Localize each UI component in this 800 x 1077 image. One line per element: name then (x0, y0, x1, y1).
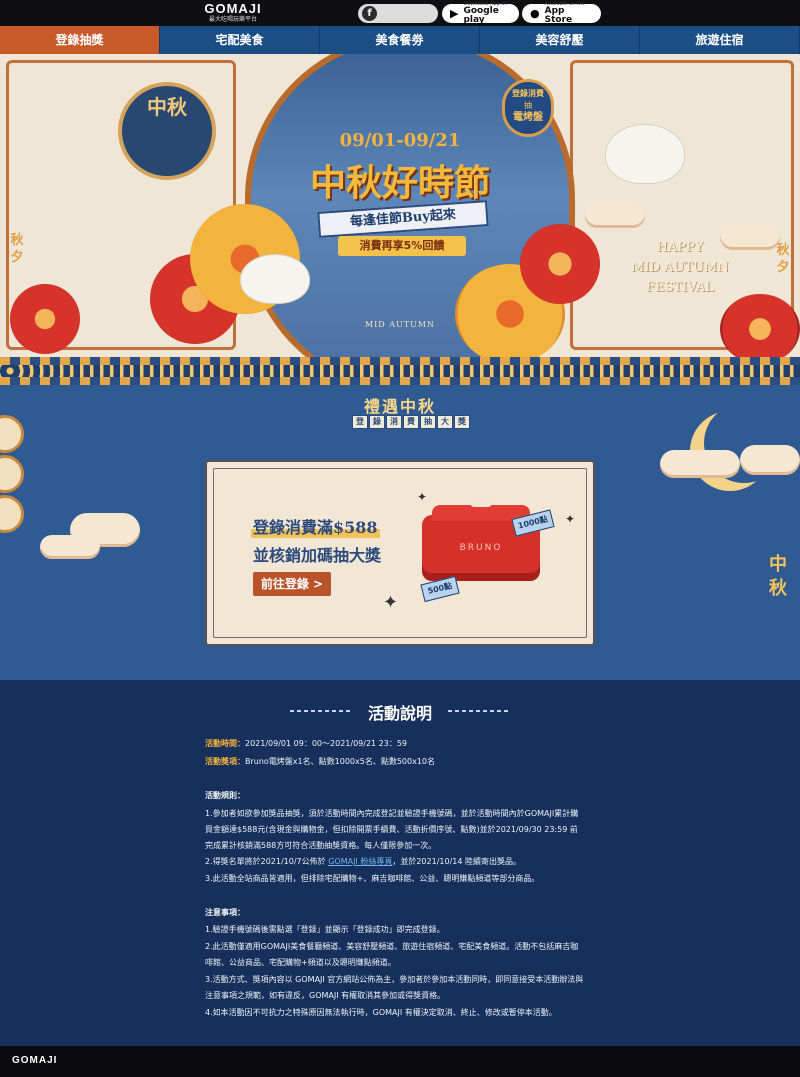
badge-line1: 登錄消費 (512, 89, 544, 98)
mid-autumn-caption: MID AUTUMN (364, 320, 436, 329)
ornament-divider (0, 357, 800, 385)
event-rules: 活動說明 活動時間：2021/09/01 09：00～2021/09/21 23… (0, 680, 800, 1046)
cloud-decoration (740, 445, 800, 475)
hero-date: 09/01-09/21 (339, 130, 461, 151)
peony-flower (10, 284, 80, 354)
note-line: 3.活動方式、獎項內容以 GOMAJI 官方網站公佈為主，參加者於參加本活動同時… (205, 975, 584, 984)
medallion-decoration (0, 415, 24, 453)
tab-beauty-spa[interactable]: 美容舒壓 (480, 26, 640, 54)
rabbit-illustration (605, 124, 685, 184)
rule2-head: 2.得獎名單將於2021/10/7公佈於 (205, 857, 326, 866)
cloud-decoration (585, 204, 645, 228)
happy-mid-autumn-text: HAPPY MID AUTUMN FESTIVAL (610, 238, 750, 298)
cloud-decoration (660, 450, 740, 478)
subtitle-char: 大 (437, 415, 453, 429)
event-prizes: 活動獎項：Bruno電烤盤x1名、點數1000x5名、點數500x10名 (205, 756, 435, 768)
app-store-label: App Store (544, 6, 573, 25)
tab-lottery[interactable]: 登錄抽獎 (0, 26, 160, 54)
rules-title: 活動說明 (367, 704, 432, 723)
prize-badge: 登錄消費 抽 電烤盤 (502, 79, 554, 137)
subtitle-char: 抽 (420, 415, 436, 429)
title-decoration-right (448, 710, 510, 712)
register-button[interactable]: 前往登錄 > (253, 572, 331, 596)
prize-label: 活動獎項： (205, 757, 245, 766)
rule-line: 完成累計核銷滿588方可符合活動抽獎資格。每人僅限參加一次。 (205, 841, 437, 850)
gift-subtitle: 登 錄 消 費 抽 大 獎 (352, 415, 471, 429)
grill-knob (470, 499, 492, 507)
prize-value: Bruno電烤盤x1名、點數1000x5名、點數500x10名 (245, 757, 436, 766)
happy-line: FESTIVAL (646, 280, 714, 295)
footer-logo[interactable]: GOMAJI (12, 1055, 57, 1066)
side-text-left: 秋夕 (10, 233, 24, 265)
google-play-button[interactable]: ▶ Download App on Google play (442, 2, 519, 25)
facebook-icon: f (362, 6, 377, 21)
prize-card: ✦ ✦ ✦ 登錄消費滿$588 並核銷加碼抽大獎 前往登錄 > BRUNO 10… (205, 460, 595, 646)
hero-banner[interactable]: 中秋 秋夕 秋夕 09/01-09/21 中秋好時節 每逢佳節Buy起來 消費再… (0, 54, 800, 357)
tab-food-vouchers[interactable]: 美食餐劵 (320, 26, 480, 54)
app-store-button[interactable]: ● Available on the App Store (522, 2, 601, 25)
rule-line-2: 2.得獎名單將於2021/10/7公佈於 GOMAJI 粉絲專頁，並於2021/… (205, 856, 521, 868)
logo-tagline: 最大吃喝玩樂平台 (208, 16, 257, 23)
ornament-band (0, 365, 800, 377)
time-label: 活動時間： (205, 739, 245, 748)
hero-title: 中秋好時節 (309, 162, 490, 204)
medallion-decoration (0, 495, 24, 533)
badge-line2: 抽 (524, 101, 532, 110)
note-line: 2.此活動僅適用GOMAJI美食餐廳頻道、美容舒壓頻道、旅遊住宿頻道、宅配美食頻… (205, 942, 579, 951)
note-line: 4.如本活動因不可抗力之特殊原因無法執行時，GOMAJI 有權決定取消、終止、修… (205, 1008, 557, 1017)
top-header: GOMAJI 最大吃喝玩樂平台 f ▶ Download App on Googl… (0, 0, 800, 26)
sparkle-icon: ✦ (417, 490, 428, 504)
subtitle-char: 獎 (454, 415, 470, 429)
facebook-link[interactable]: f (358, 4, 438, 23)
sparkle-icon: ✦ (383, 592, 399, 613)
gift-title: 禮遇中秋 (363, 397, 436, 416)
rules-heading: 活動規則： (205, 791, 245, 800)
subtitle-char: 登 (352, 415, 368, 429)
gomaji-logo[interactable]: GOMAJI 最大吃喝玩樂平台 (198, 2, 268, 24)
logo-brand: GOMAJI (204, 1, 262, 16)
cloud-decoration (40, 535, 100, 559)
rabbit-illustration (240, 254, 310, 304)
gift-side-text: 中秋 (769, 554, 787, 599)
cashback-banner: 消費再享5%回饋 (338, 236, 466, 256)
google-play-icon: ▶ (450, 7, 459, 20)
note-line: 啡館、公益商品、宅配購物+頻道以及聰明賺點頻道。 (205, 958, 396, 967)
fan-page-link[interactable]: GOMAJI 粉絲專頁 (328, 857, 392, 866)
tab-travel-stay[interactable]: 旅遊住宿 (640, 26, 800, 54)
apple-icon: ● (530, 7, 540, 20)
time-value: 2021/09/01 09：00～2021/09/21 23：59 (245, 739, 408, 748)
gift-section: 禮遇中秋 登 錄 消 費 抽 大 獎 中秋 ✦ ✦ ✦ 登錄消費滿$588 並核… (0, 385, 800, 680)
tab-delivery-food[interactable]: 宅配美食 (160, 26, 320, 54)
note-line: 1.驗證手機號碼後需點選「登錄」並顯示「登錄成功」即完成登錄。 (205, 925, 445, 934)
subtitle-char: 錄 (369, 415, 385, 429)
rule-line: 買金額達$588元(含現金與購物金，但扣除開票手續費、活動折價序號、點數)並於2… (205, 825, 578, 834)
page-footer: GOMAJI (0, 1046, 800, 1077)
side-text-right: 秋夕 (776, 243, 790, 275)
rule2-tail: ，並於2021/10/14 陸續寄出獎品。 (392, 857, 521, 866)
medallion-decoration (0, 455, 24, 493)
google-play-label: Google play (463, 6, 499, 25)
peony-flower (520, 224, 600, 304)
sparkle-icon: ✦ (565, 512, 576, 526)
promo-line2: 並核銷加碼抽大獎 (253, 546, 382, 565)
subtitle-char: 消 (386, 415, 402, 429)
rule-line: 1.參加者如欲參加獎品抽獎，須於活動時間內完成登記並驗證手機號碼，並於活動時間內… (205, 809, 579, 818)
peony-flower (720, 294, 800, 357)
moon-text: 中秋 (147, 95, 187, 119)
notes-heading: 注意事項： (205, 908, 245, 917)
promo-line1: 登錄消費滿$588 (251, 514, 380, 538)
subtitle-char: 費 (403, 415, 419, 429)
note-line: 注意事項之規範，如有違反，GOMAJI 有權取消其參加或得獎資格。 (205, 991, 446, 1000)
happy-line: HAPPY (656, 240, 704, 255)
category-nav: 登錄抽獎 宅配美食 美食餐劵 美容舒壓 旅遊住宿 (0, 26, 800, 54)
happy-line: MID AUTUMN (631, 260, 729, 275)
badge-line3: 電烤盤 (513, 112, 543, 123)
event-time: 活動時間：2021/09/01 09：00～2021/09/21 23：59 (205, 738, 407, 750)
grill-brand: BRUNO (459, 543, 503, 553)
rule-line: 3.此活動全站商品皆適用，但排除宅配購物+、麻吉咖啡館、公益、聰明賺點頻道等部分… (205, 874, 540, 883)
